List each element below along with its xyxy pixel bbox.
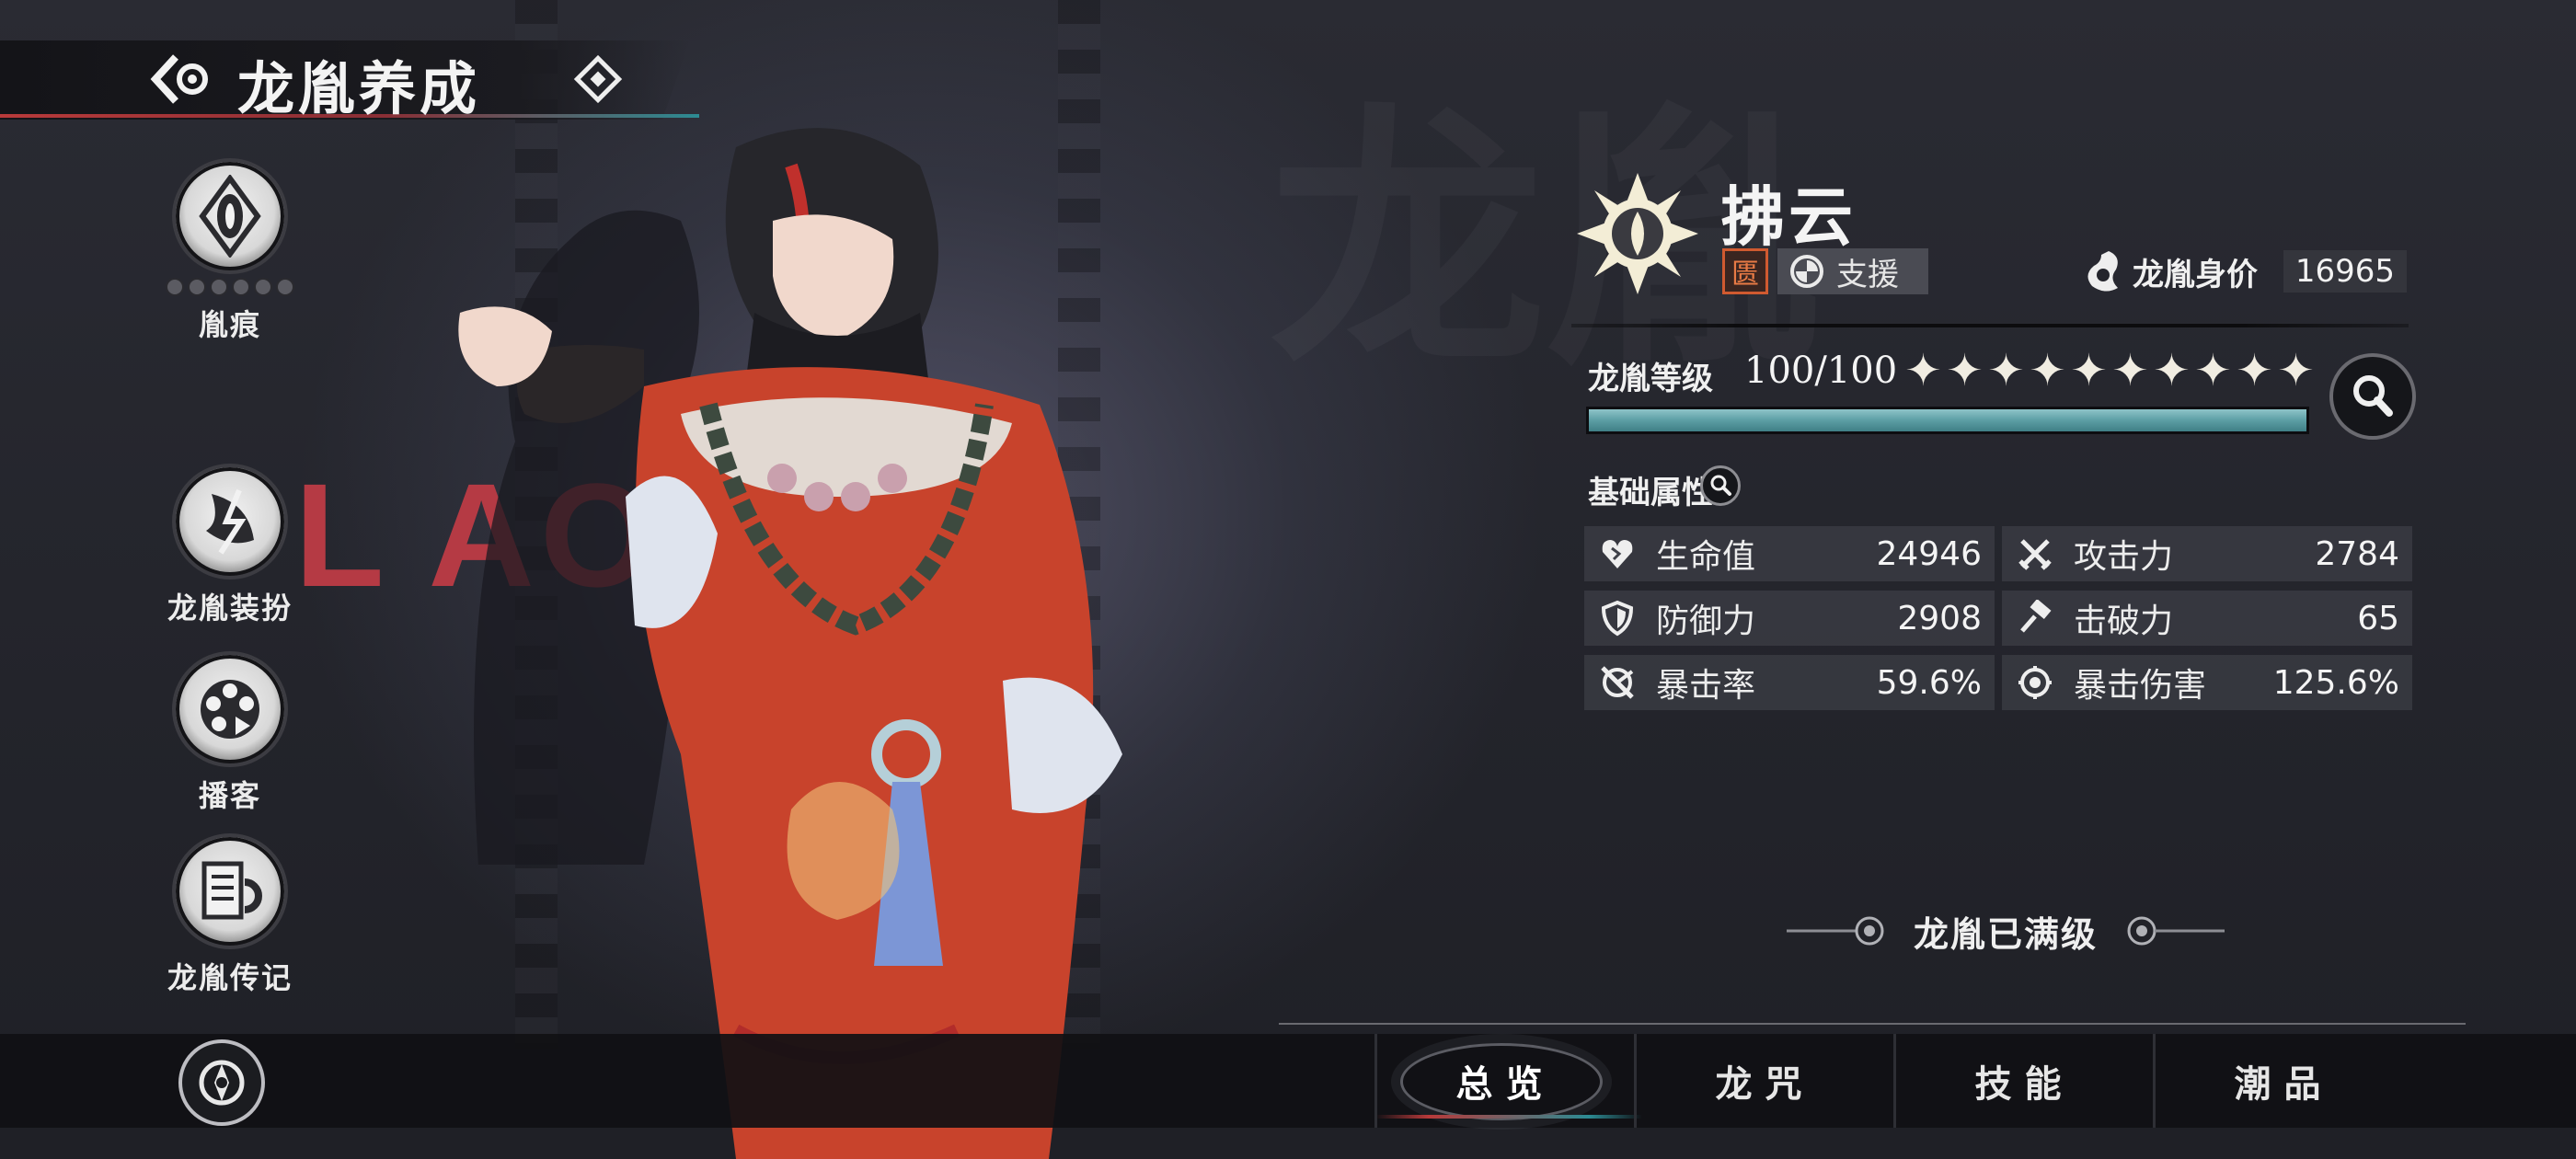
stat-value: 59.6% — [1876, 663, 1982, 702]
ornament-right-icon — [2127, 916, 2225, 946]
menu-item-label: 播客 — [198, 778, 261, 813]
attribute-sun-icon — [1577, 173, 1698, 294]
info-button[interactable] — [572, 53, 624, 105]
film-reel-icon — [172, 651, 288, 767]
stat-break: 击破力 65 — [2002, 591, 2412, 646]
star-icon: ✦ — [2070, 345, 2108, 396]
character-portrait — [458, 128, 1122, 1159]
star-icon: ✦ — [2236, 345, 2273, 396]
worth-value: 16965 — [2283, 250, 2407, 293]
max-level-text: 龙胤已满级 — [1913, 912, 2098, 955]
mark-eye-icon — [172, 158, 288, 274]
stat-crit-damage: 暴击伤害 125.6% — [2002, 655, 2412, 710]
attributes-detail-button[interactable] — [1700, 465, 1741, 506]
menu-item-label: 胤痕 — [198, 307, 261, 342]
star-icon: ✦ — [1987, 345, 2025, 396]
seal-glyph: 匮 — [1731, 258, 1759, 291]
level-progress-fill — [1589, 409, 2306, 431]
hammer-icon — [2015, 598, 2055, 638]
star-icon: ✦ — [2111, 345, 2149, 396]
back-button[interactable] — [147, 46, 217, 112]
outfit-icon — [172, 464, 288, 580]
shield-icon — [1597, 598, 1638, 638]
stat-name: 攻击力 — [2074, 538, 2174, 576]
max-level-indicator: 龙胤已满级 — [1748, 903, 2263, 958]
menu-item-outfit[interactable]: 龙胤装扮 — [138, 464, 322, 627]
star-icon: ✦ — [2029, 345, 2066, 396]
star-rating: ✦ ✦ ✦ ✦ ✦ ✦ ✦ ✦ ✦ ✦ — [1903, 348, 2317, 394]
game-screen: { "header": { "title": "龙胤养成" }, "left_m… — [0, 0, 2576, 1159]
tab-skills[interactable]: 技能 — [1893, 1034, 2153, 1128]
view-details-button[interactable] — [2329, 353, 2416, 440]
crossed-swords-icon — [2015, 534, 2055, 574]
stat-value: 2784 — [2315, 534, 2399, 573]
tab-overview[interactable]: 总览 — [1374, 1034, 1634, 1128]
menu-item-podcast[interactable]: 播客 — [138, 651, 322, 815]
bottom-accent-line — [1279, 1023, 2466, 1025]
ornament-left-icon — [1786, 916, 1884, 946]
worth-label: 龙胤身价 — [2133, 256, 2258, 293]
role-label: 支援 — [1836, 256, 1899, 293]
tab-label: 潮品 — [2234, 1062, 2334, 1106]
level-value: 100/100 — [1744, 350, 1898, 392]
magnifier-icon — [2353, 375, 2393, 417]
star-icon: ✦ — [2153, 345, 2191, 396]
stat-name: 暴击率 — [1656, 667, 1756, 705]
diamond-icon — [573, 54, 623, 104]
heart-icon — [1597, 534, 1638, 574]
stat-attack: 攻击力 2784 — [2002, 526, 2412, 581]
stat-name: 击破力 — [2074, 602, 2174, 640]
star-icon: ✦ — [1946, 345, 1984, 396]
level-progress-bar — [1586, 407, 2309, 434]
magnifier-icon — [1710, 475, 1731, 496]
menu-item-label: 龙胤装扮 — [167, 591, 293, 625]
stat-value: 65 — [2357, 599, 2399, 637]
page-title: 龙胤养成 — [237, 55, 481, 122]
tab-dragon-curse[interactable]: 龙咒 — [1634, 1034, 1893, 1128]
star-icon: ✦ — [1904, 345, 1942, 396]
star-icon: ✦ — [2277, 345, 2315, 396]
home-button[interactable] — [178, 1039, 265, 1126]
stat-name: 防御力 — [1656, 602, 1756, 640]
tab-label: 总览 — [1455, 1062, 1556, 1106]
stat-defense: 防御力 2908 — [1584, 591, 1995, 646]
compass-icon — [199, 1060, 245, 1106]
section-divider — [1571, 324, 2409, 327]
biography-icon — [172, 833, 288, 949]
tab-trend-items[interactable]: 潮品 — [2153, 1034, 2412, 1128]
stat-value: 125.6% — [2272, 663, 2399, 702]
stat-hp: 生命值 24946 — [1584, 526, 1995, 581]
stat-name: 生命值 — [1656, 538, 1756, 576]
stat-name: 暴击伤害 — [2074, 667, 2207, 705]
stat-value: 24946 — [1876, 534, 1982, 573]
faction-seal: 匮 — [1722, 248, 1768, 294]
stat-value: 2908 — [1897, 599, 1982, 637]
crit-rate-icon — [1597, 662, 1638, 703]
menu-item-biography[interactable]: 龙胤传记 — [138, 833, 322, 997]
mark-level-pips — [166, 278, 294, 296]
role-badge: 支援 — [1777, 248, 1928, 294]
support-role-icon — [1790, 255, 1823, 288]
level-label: 龙胤等级 — [1588, 361, 1713, 397]
star-icon: ✦ — [2194, 345, 2232, 396]
crit-damage-icon — [2015, 662, 2055, 703]
menu-item-label: 龙胤传记 — [167, 960, 293, 995]
menu-item-mark[interactable]: 胤痕 — [138, 158, 322, 344]
back-arrow-icon — [150, 54, 208, 104]
character-name: 拂云 — [1720, 178, 1857, 255]
tab-label: 技能 — [1974, 1062, 2075, 1106]
tab-label: 龙咒 — [1715, 1062, 1815, 1106]
character-worth: 龙胤身价 16965 — [2081, 245, 2407, 298]
stat-crit-rate: 暴击率 59.6% — [1584, 655, 1995, 710]
attributes-title: 基础属性 — [1588, 475, 1713, 511]
dragon-icon — [2087, 251, 2118, 292]
